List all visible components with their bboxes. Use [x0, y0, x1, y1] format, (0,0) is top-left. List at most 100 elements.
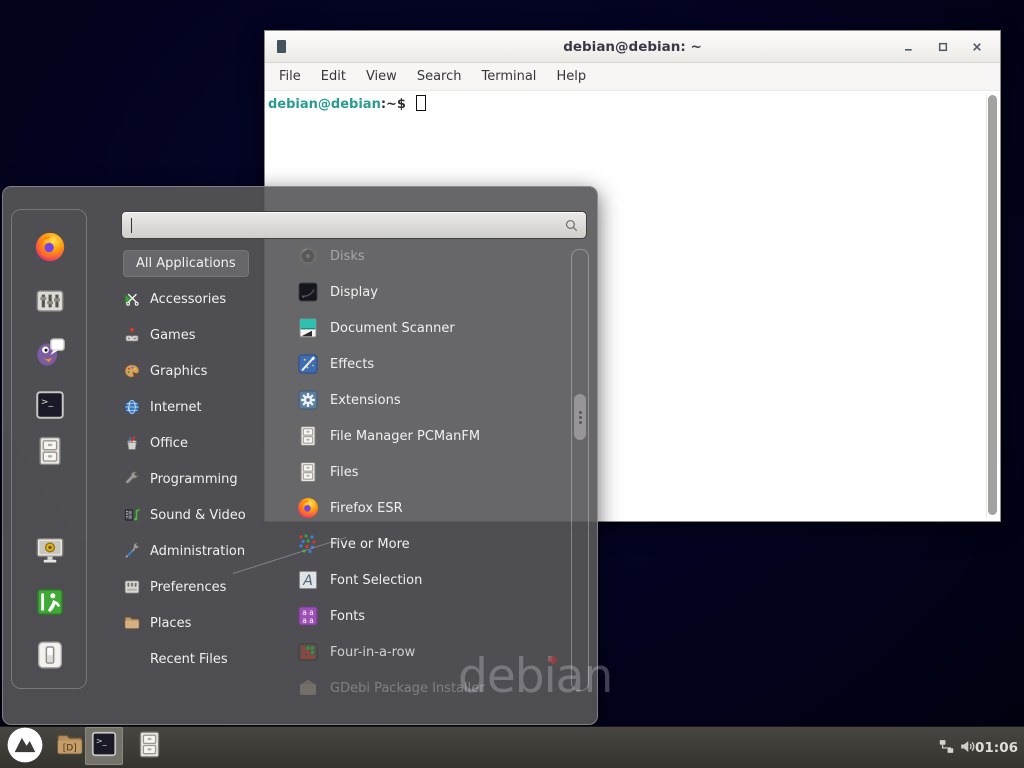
- category-games[interactable]: Games: [119, 317, 269, 353]
- svg-text:A: A: [302, 573, 313, 589]
- firefox-icon: [33, 249, 67, 268]
- prompt-user-host: debian@debian: [268, 97, 381, 112]
- app-display[interactable]: Display: [264, 274, 564, 310]
- app-label: Firefox ESR: [330, 501, 403, 516]
- category-graphics[interactable]: Graphics: [119, 353, 269, 389]
- terminal-menubar: FileEditViewSearchTerminalHelp: [265, 63, 1000, 91]
- app-files[interactable]: Files: [264, 454, 564, 490]
- category-list: All Applications Accessories Games Graphics…: [119, 245, 269, 677]
- category-recent-files[interactable]: Recent Files: [119, 641, 269, 677]
- graphics-icon: [123, 362, 141, 380]
- terminal-menu-help[interactable]: Help: [546, 66, 596, 87]
- effects-icon: [296, 352, 320, 376]
- terminal-icon: >_: [33, 407, 67, 426]
- category-label: Graphics: [150, 364, 207, 379]
- pidgin-favorite[interactable]: [33, 334, 67, 368]
- app-font-selection[interactable]: AFont Selection: [264, 562, 564, 598]
- settings-favorite[interactable]: [33, 284, 67, 318]
- category-administration[interactable]: Administration: [119, 533, 269, 569]
- display-icon: [296, 280, 320, 304]
- category-office[interactable]: Office: [119, 425, 269, 461]
- terminal-cursor: [416, 95, 426, 111]
- terminal-titlebar[interactable]: debian@debian: ~: [265, 31, 1000, 63]
- administration-icon: [123, 542, 141, 560]
- category-label: Recent Files: [150, 652, 228, 667]
- menu-button[interactable]: [6, 728, 44, 766]
- volume-tray-icon[interactable]: [958, 739, 977, 758]
- category-label: Games: [150, 328, 195, 343]
- category-places[interactable]: Places: [119, 605, 269, 641]
- desktop-folder-launcher[interactable]: [D]: [54, 731, 85, 762]
- app-effects[interactable]: Effects: [264, 346, 564, 382]
- icon-spacer: [123, 650, 141, 668]
- document-scanner-icon: [296, 316, 320, 340]
- shutdown-icon: [33, 657, 67, 676]
- category-preferences[interactable]: Preferences: [119, 569, 269, 605]
- category-sound-video[interactable]: Sound & Video: [119, 497, 269, 533]
- text-caret: [131, 218, 132, 233]
- app-label: Display: [330, 285, 378, 300]
- games-icon: [123, 326, 141, 344]
- terminal-menu-search[interactable]: Search: [407, 66, 472, 87]
- search-icon: [563, 217, 580, 238]
- desktop: debian@debian: ~ FileEditViewSearchTermi…: [0, 0, 1024, 768]
- app-label: Document Scanner: [330, 321, 455, 336]
- svg-text:>_: >_: [41, 396, 54, 407]
- shutdown-button[interactable]: [33, 638, 67, 672]
- firefox-favorite[interactable]: [33, 230, 67, 264]
- lock-screen-icon: [33, 552, 67, 571]
- category-label: Preferences: [150, 580, 226, 595]
- maximize-button[interactable]: [934, 38, 952, 56]
- category-internet[interactable]: Internet: [119, 389, 269, 425]
- logout-button[interactable]: [33, 585, 67, 619]
- app-fonts[interactable]: a aa aFonts: [264, 598, 564, 634]
- terminal-window-button[interactable]: >_: [85, 727, 123, 765]
- app-disks[interactable]: Disks: [264, 238, 564, 274]
- extensions-icon: [296, 388, 320, 412]
- disks-icon: [296, 244, 320, 268]
- category-programming[interactable]: Programming: [119, 461, 269, 497]
- places-icon: [123, 614, 141, 632]
- preferences-icon: [123, 578, 141, 596]
- menu-search-input[interactable]: [121, 211, 587, 239]
- terminal-menu-file[interactable]: File: [269, 66, 311, 87]
- terminal-menu-edit[interactable]: Edit: [311, 66, 356, 87]
- app-label: Disks: [330, 249, 365, 264]
- app-list-scrollbar[interactable]: [571, 249, 589, 691]
- app-firefox-esr[interactable]: Firefox ESR: [264, 490, 564, 526]
- files-favorite[interactable]: [33, 434, 67, 468]
- files-launcher[interactable]: [134, 731, 165, 762]
- app-label: Extensions: [330, 393, 401, 408]
- app-list-scrollbar-thumb[interactable]: [574, 394, 586, 440]
- category-label: Programming: [150, 472, 238, 487]
- file-cabinet-icon: [296, 460, 320, 484]
- app-list: Disks Display Document Scanner Effects Exten…: [264, 238, 564, 706]
- application-menu: >_ All Applications Accessories Games Graph…: [2, 186, 598, 725]
- terminal-scrollbar[interactable]: [986, 94, 998, 518]
- terminal-scrollbar-thumb[interactable]: [988, 95, 997, 515]
- terminal-icon: >_: [89, 729, 119, 763]
- file-cabinet-icon: [296, 424, 320, 448]
- taskbar-clock[interactable]: 01:06: [975, 727, 1018, 768]
- app-extensions[interactable]: Extensions: [264, 382, 564, 418]
- category-accessories[interactable]: Accessories: [119, 281, 269, 317]
- gdebi-icon: [296, 676, 320, 700]
- close-button[interactable]: [968, 38, 986, 56]
- terminal-menu-terminal[interactable]: Terminal: [471, 66, 546, 87]
- lock-screen-button[interactable]: [33, 533, 67, 567]
- network-tray-icon[interactable]: [938, 740, 955, 757]
- terminal-menu-view[interactable]: View: [356, 66, 407, 87]
- app-five-or-more[interactable]: Five or More: [264, 526, 564, 562]
- category-label: All Applications: [136, 256, 236, 271]
- file-cabinet-icon: [33, 453, 67, 472]
- category-all-applications[interactable]: All Applications: [119, 245, 269, 281]
- app-document-scanner[interactable]: Document Scanner: [264, 310, 564, 346]
- minimize-button[interactable]: [900, 38, 918, 56]
- app-file-manager-pcmanfm[interactable]: File Manager PCManFM: [264, 418, 564, 454]
- terminal-favorite[interactable]: >_: [33, 388, 67, 422]
- app-label: File Manager PCManFM: [330, 429, 480, 444]
- svg-text:[D]: [D]: [63, 743, 77, 753]
- logout-icon: [33, 604, 67, 623]
- svg-text:a a: a a: [302, 616, 314, 625]
- pidgin-icon: [33, 353, 67, 372]
